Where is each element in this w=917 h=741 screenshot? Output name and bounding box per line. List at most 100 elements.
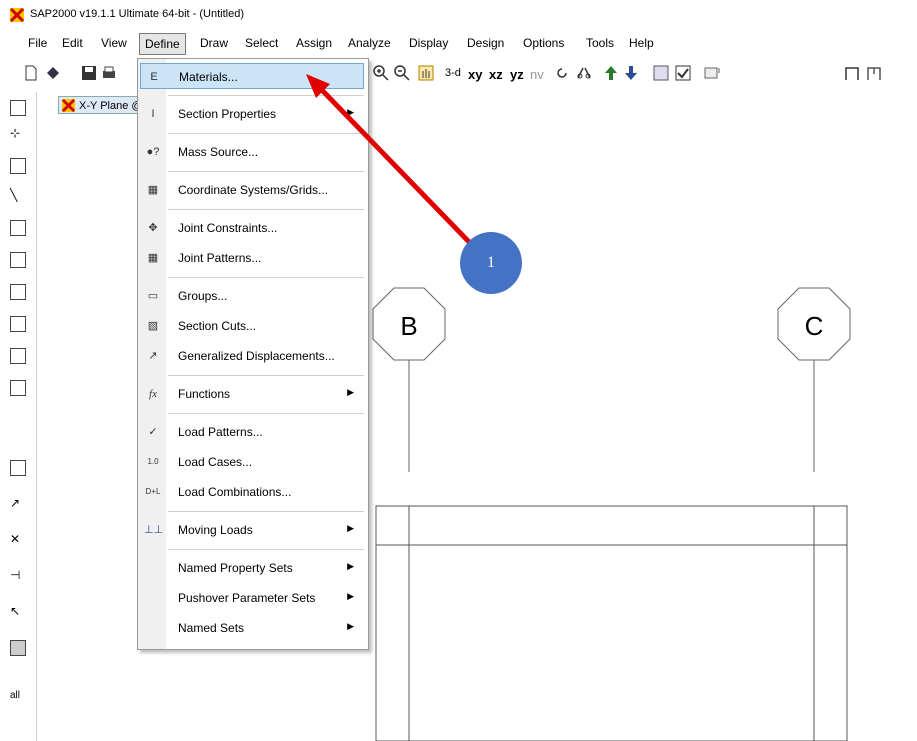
reshape-icon[interactable]: ⊹ <box>10 126 26 142</box>
submenu-arrow-icon: ▶ <box>347 387 354 397</box>
menu-select[interactable]: Select <box>242 35 281 51</box>
submenu-arrow-icon: ▶ <box>347 523 354 533</box>
print-icon[interactable] <box>100 64 118 82</box>
menu-item-pushover-parameter-sets[interactable]: Pushover Parameter Sets ▶ <box>140 585 364 611</box>
load-combinations-icon: D+L <box>145 487 161 496</box>
save-icon[interactable] <box>80 64 98 82</box>
move-up-icon[interactable] <box>602 64 620 82</box>
frame-2-icon[interactable] <box>865 64 883 82</box>
define-menu-dropdown: E Materials... I Section Properties ▶ ●?… <box>137 58 369 650</box>
zoom-out-icon[interactable] <box>393 64 411 82</box>
grid-label-c: C <box>804 311 824 341</box>
select-region-icon[interactable]: ↖ <box>10 604 26 620</box>
menu-separator <box>168 277 364 278</box>
menu-item-functions[interactable]: fx Functions ▶ <box>140 381 364 407</box>
refresh-view-icon[interactable] <box>703 64 721 82</box>
select-joint-icon[interactable] <box>10 460 26 476</box>
menu-separator <box>168 209 364 210</box>
zoom-in-icon[interactable] <box>372 64 390 82</box>
menu-display[interactable]: Display <box>406 35 451 51</box>
submenu-arrow-icon: ▶ <box>347 591 354 601</box>
select-plane-icon[interactable]: ⊣ <box>10 568 26 584</box>
menu-options[interactable]: Options <box>520 35 567 51</box>
view-yz-button[interactable]: yz <box>510 67 524 82</box>
menu-item-section-properties[interactable]: I Section Properties ▶ <box>140 101 364 127</box>
load-patterns-icon: ✓ <box>148 426 158 438</box>
select-line-icon[interactable]: ↗ <box>10 496 26 512</box>
menu-item-section-cuts[interactable]: ▧ Section Cuts... <box>140 313 364 339</box>
displacement-icon: ↗ <box>148 350 158 362</box>
materials-icon: E <box>150 71 158 83</box>
frame-icon[interactable] <box>843 64 861 82</box>
menu-item-coordinate-systems[interactable]: ▦ Coordinate Systems/Grids... <box>140 177 364 203</box>
view-nv-button[interactable]: nv <box>530 67 544 82</box>
menu-item-load-cases[interactable]: 1.0 Load Cases... <box>140 449 364 475</box>
draw-rect-area-icon[interactable] <box>10 252 26 268</box>
menu-item-moving-loads[interactable]: ⊥⊥ Moving Loads ▶ <box>140 517 364 543</box>
groups-icon: ▭ <box>147 290 159 302</box>
menu-item-load-combinations[interactable]: D+L Load Combinations... <box>140 479 364 505</box>
display-options-icon[interactable] <box>652 64 670 82</box>
menu-separator <box>168 413 364 414</box>
menu-design[interactable]: Design <box>464 35 507 51</box>
menu-draw[interactable]: Draw <box>197 35 231 51</box>
menu-item-generalized-displacements[interactable]: ↗ Generalized Displacements... <box>140 343 364 369</box>
joint-patterns-icon: ▦ <box>147 252 159 264</box>
move-down-icon[interactable] <box>622 64 640 82</box>
menu-analyze[interactable]: Analyze <box>345 35 394 51</box>
menu-item-groups[interactable]: ▭ Groups... <box>140 283 364 309</box>
pointer-icon[interactable] <box>10 100 26 116</box>
menu-define[interactable]: Define <box>139 33 186 55</box>
menu-item-named-sets[interactable]: Named Sets ▶ <box>140 615 364 641</box>
new-file-icon[interactable] <box>22 64 40 82</box>
section-cuts-icon: ▧ <box>147 320 159 332</box>
grid-icon: ▦ <box>147 184 159 196</box>
draw-joint-icon[interactable] <box>10 158 26 174</box>
menu-item-joint-patterns[interactable]: ▦ Joint Patterns... <box>140 245 364 271</box>
menu-view[interactable]: View <box>98 35 130 51</box>
submenu-arrow-icon: ▶ <box>347 107 354 117</box>
load-cases-icon: 1.0 <box>147 457 159 466</box>
view-3d-button[interactable]: 3-d <box>445 67 461 79</box>
menu-bar: File Edit View Define Draw Select Assign… <box>0 30 917 56</box>
draw-area-icon[interactable] <box>10 220 26 236</box>
submenu-arrow-icon: ▶ <box>347 561 354 571</box>
menu-file[interactable]: File <box>25 35 50 51</box>
pan-icon[interactable] <box>417 64 435 82</box>
menu-edit[interactable]: Edit <box>59 35 86 51</box>
menu-separator <box>168 375 364 376</box>
view-xz-button[interactable]: xz <box>489 67 503 82</box>
open-model-icon[interactable] <box>44 64 62 82</box>
menu-separator <box>168 549 364 550</box>
view-xy-button[interactable]: xy <box>468 67 482 82</box>
draw-special-joint-icon[interactable] <box>10 380 26 396</box>
checkbox-icon[interactable] <box>674 64 692 82</box>
draw-rect-icon[interactable] <box>10 348 26 364</box>
menu-item-joint-constraints[interactable]: ✥ Joint Constraints... <box>140 215 364 241</box>
moving-loads-icon: ⊥⊥ <box>144 524 164 536</box>
quick-draw-area-icon[interactable] <box>10 284 26 300</box>
window-title: SAP2000 v19.1.1 Ultimate 64-bit - (Untit… <box>30 8 244 20</box>
submenu-arrow-icon: ▶ <box>347 621 354 631</box>
menu-separator <box>168 171 364 172</box>
draw-frame-icon[interactable]: ╲ <box>10 188 26 204</box>
menu-item-mass-source[interactable]: ●? Mass Source... <box>140 139 364 165</box>
mass-source-icon: ●? <box>146 146 160 158</box>
perspective-icon[interactable] <box>575 64 593 82</box>
draw-solid-icon[interactable] <box>10 316 26 332</box>
menu-item-load-patterns[interactable]: ✓ Load Patterns... <box>140 419 364 445</box>
joint-constraints-icon: ✥ <box>148 222 158 234</box>
menu-assign[interactable]: Assign <box>293 35 335 51</box>
select-all-icon[interactable]: all <box>10 690 26 706</box>
menu-tools[interactable]: Tools <box>583 35 617 51</box>
rotate-icon[interactable] <box>553 64 571 82</box>
menu-help[interactable]: Help <box>626 35 657 51</box>
menu-separator <box>168 511 364 512</box>
callout-badge: 1 <box>460 232 522 294</box>
menu-item-named-property-sets[interactable]: Named Property Sets ▶ <box>140 555 364 581</box>
select-intersect-icon[interactable]: ✕ <box>10 532 26 548</box>
sap2000-logo-icon <box>10 8 24 22</box>
grid-label-b: B <box>400 311 418 341</box>
menu-item-materials[interactable]: E Materials... <box>140 63 364 89</box>
grid-pattern-icon[interactable] <box>10 640 26 656</box>
